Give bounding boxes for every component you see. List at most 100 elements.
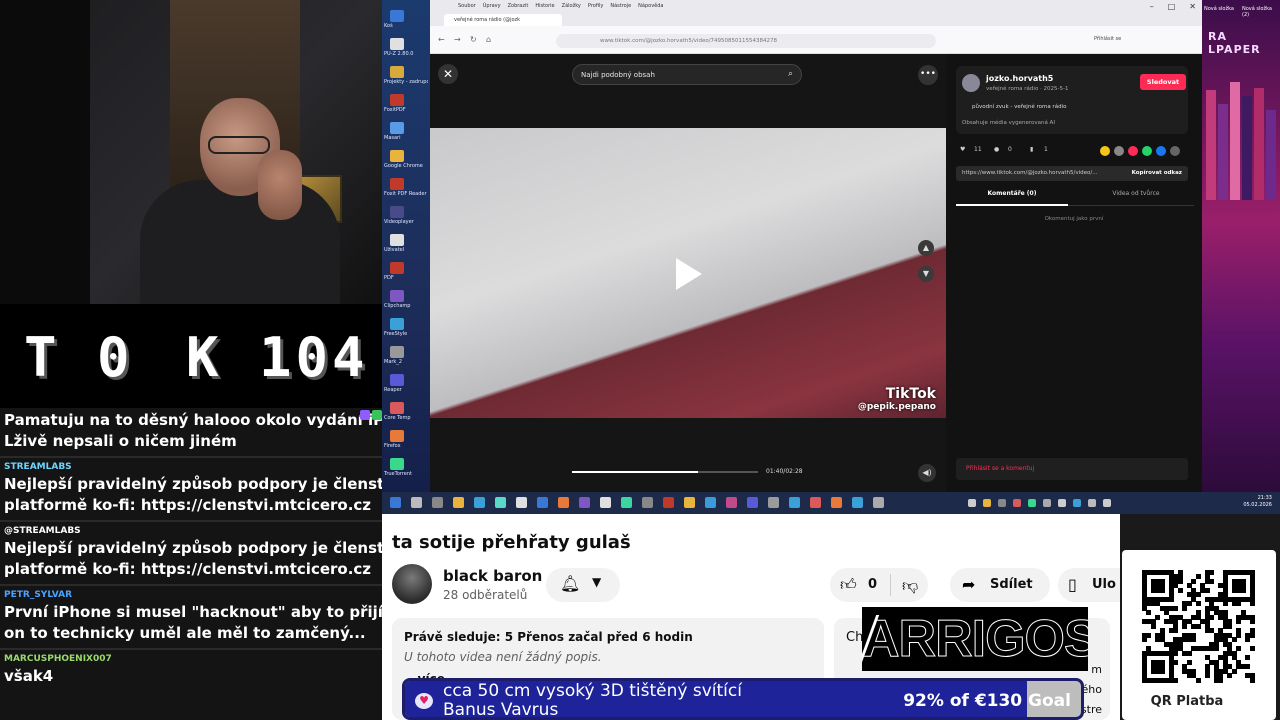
menu-item[interactable]: Zobrazit [508,3,529,12]
share-whatsapp-icon[interactable] [1142,146,1152,156]
tray-icon[interactable] [1043,499,1051,507]
share-button[interactable]: ➦ Sdílet [950,568,1050,602]
taskbar-app-icon[interactable] [411,497,422,508]
play-icon[interactable] [676,258,702,290]
tray-icon[interactable] [968,499,976,507]
tray-icon[interactable] [998,499,1006,507]
taskbar-app-icon[interactable] [684,497,695,508]
desktop-shortcut-icon[interactable] [390,94,404,106]
tray-icon[interactable] [1058,499,1066,507]
reload-icon[interactable]: ↻ [470,35,477,44]
close-icon[interactable]: ✕ [438,64,458,84]
menu-item[interactable]: Nápověda [638,3,663,12]
tray-icon[interactable] [983,499,991,507]
tab-comments[interactable]: Komentáře (0) [956,190,1068,206]
music-label[interactable]: původní zvuk - veřejné roma rádio [972,104,1066,110]
taskbar-app-icon[interactable] [873,497,884,508]
follow-button[interactable]: Sledovat [1140,74,1186,90]
chevron-up-icon[interactable]: ▲ [918,240,934,256]
taskbar-app-icon[interactable] [621,497,632,508]
desktop-shortcut-icon[interactable] [390,66,404,78]
desktop-shortcut-icon[interactable] [390,262,404,274]
desktop-shortcut-icon[interactable] [390,150,404,162]
desktop-shortcut-icon[interactable] [390,10,404,22]
share-tiktok-icon[interactable] [1128,146,1138,156]
taskbar-app-icon[interactable] [453,497,464,508]
channel-name[interactable]: black baron [443,567,542,585]
taskbar-app-icon[interactable] [558,497,569,508]
share-link-icon[interactable] [1114,146,1124,156]
taskbar-app-icon[interactable] [474,497,485,508]
taskbar-app-icon[interactable] [852,497,863,508]
menu-item[interactable]: Nástroje [610,3,631,12]
taskbar-app-icon[interactable] [768,497,779,508]
taskbar-app-icon[interactable] [537,497,548,508]
desktop-shortcut-icon[interactable] [390,318,404,330]
volume-icon[interactable]: ◀) [918,464,936,482]
tray-icon[interactable] [1073,499,1081,507]
taskbar-app-icon[interactable] [705,497,716,508]
back-icon[interactable]: ← [438,35,445,44]
desktop-shortcut-icon[interactable] [390,178,404,190]
maximize-icon[interactable]: □ [1168,2,1176,11]
tray-icon[interactable] [1013,499,1021,507]
chat-username[interactable]: PETR_SYLVAR [4,588,378,602]
share-facebook-icon[interactable] [1156,146,1166,156]
comment-icon[interactable]: ● [994,146,999,153]
like-dislike-button[interactable]: 👍︎ 0 👎︎ [830,568,928,602]
minimize-icon[interactable]: – [1150,2,1154,11]
taskbar-app-icon[interactable] [663,497,674,508]
desktop-shortcut-icon[interactable] [390,206,404,218]
desktop-shortcut-icon[interactable] [390,346,404,358]
save-button[interactable]: ▯ Ulo [1058,568,1128,602]
login-to-comment[interactable]: Přihlásit se a komentuj [956,458,1188,480]
taskbar-app-icon[interactable] [495,497,506,508]
tray-icon[interactable] [1028,499,1036,507]
forward-icon[interactable]: → [454,35,461,44]
address-bar[interactable]: www.tiktok.com/@jozko.horvath5/video/749… [556,34,936,48]
taskbar-app-icon[interactable] [432,497,443,508]
taskbar-app-icon[interactable] [642,497,653,508]
taskbar-app-icon[interactable] [789,497,800,508]
menu-item[interactable]: Záložky [562,3,581,12]
share-link-text[interactable]: https://www.tiktok.com/@jozko.horvath5/v… [962,170,1098,176]
search-icon[interactable]: ⌕ [788,69,793,79]
desktop-shortcut-icon[interactable] [390,430,404,442]
menu-item[interactable]: Profily [588,3,603,12]
login-link[interactable]: Přihlásit se [1094,36,1121,42]
home-icon[interactable]: ⌂ [486,35,491,44]
taskbar-app-icon[interactable] [579,497,590,508]
desktop-shortcut-icon[interactable] [390,290,404,302]
desktop-shortcut-icon[interactable] [390,38,404,50]
menu-item[interactable]: Historie [535,3,554,12]
desktop-shortcut-icon[interactable] [390,458,404,470]
channel-avatar[interactable] [392,564,432,604]
notifications-button[interactable]: 🔔︎ ▼ [546,568,620,602]
desktop-shortcut-icon[interactable] [390,374,404,386]
qr-code[interactable] [1142,570,1255,683]
more-options-icon[interactable]: ••• [918,65,938,85]
video-progress[interactable] [572,471,758,473]
taskbar-app-icon[interactable] [726,497,737,508]
tab-creator-videos[interactable]: Videa od tvůrce [1080,190,1192,197]
chat-username[interactable]: @STREAMLABS [4,524,378,538]
desktop-folder-1[interactable]: Nová složka [1204,6,1234,12]
video-frame[interactable]: TikTok @pepik.pepano [430,128,946,418]
taskbar-app-icon[interactable] [810,497,821,508]
browser-tab[interactable]: veřejné roma rádio (@jozk [444,14,562,26]
desktop-shortcut-icon[interactable] [390,122,404,134]
author-name[interactable]: jozko.horvath5 [986,74,1053,83]
chat-username[interactable]: STREAMLABS [4,460,378,474]
thumbs-up-icon[interactable]: 👍︎ [840,575,857,595]
search-similar-input[interactable]: Najdi podobný obsah ⌕ [572,64,802,85]
menu-item[interactable]: Úpravy [483,3,501,12]
desktop-shortcut-icon[interactable] [390,234,404,246]
desktop-folder-2[interactable]: Nová složka (2) [1242,6,1280,18]
bookmark-icon[interactable]: ▮ [1030,146,1033,153]
tray-icon[interactable] [1103,499,1111,507]
chevron-down-icon[interactable]: ▼ [918,266,934,282]
share-embed-icon[interactable] [1100,146,1110,156]
tray-icon[interactable] [1088,499,1096,507]
share-more-icon[interactable] [1170,146,1180,156]
taskbar-app-icon[interactable] [831,497,842,508]
